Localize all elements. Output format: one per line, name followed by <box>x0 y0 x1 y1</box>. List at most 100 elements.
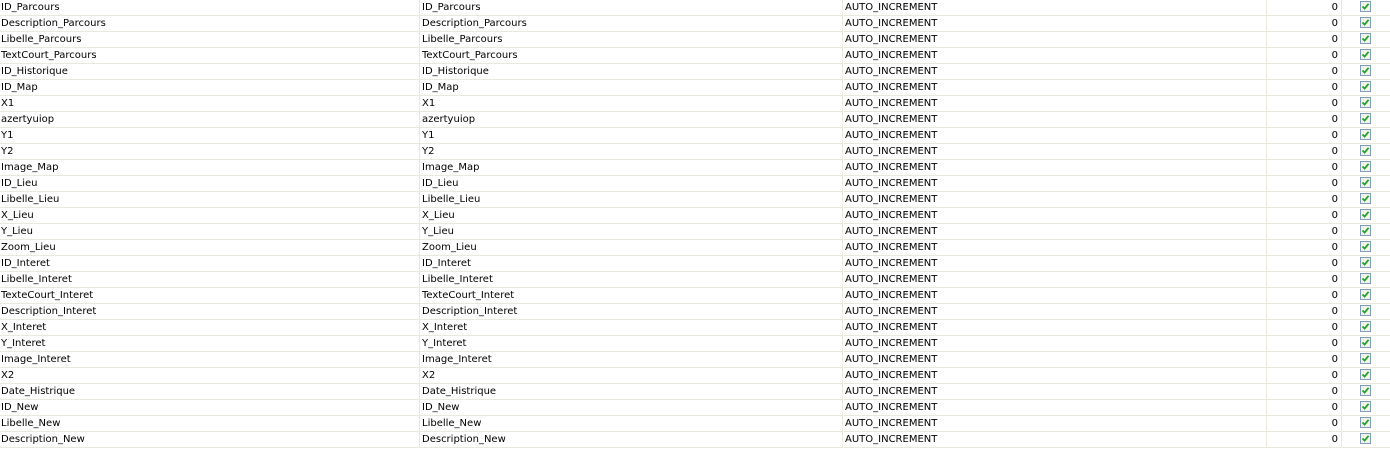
table-row[interactable]: TextCourt_Parcours TextCourt_Parcours AUTO… <box>0 48 1390 64</box>
field-name-cell[interactable]: Zoom_Lieu <box>0 240 420 255</box>
table-row[interactable]: X_Interet X_Interet AUTO_INCREMENT 0 <box>0 320 1390 336</box>
field-name-cell[interactable]: ID_Lieu <box>0 176 420 191</box>
field-label-cell[interactable]: Libelle_New <box>420 416 843 431</box>
table-row[interactable]: Description_Interet Description_Interet AU… <box>0 304 1390 320</box>
table-row[interactable]: ID_Parcours ID_Parcours AUTO_INCREMENT 0 <box>0 0 1390 16</box>
row-checkbox[interactable] <box>1360 321 1371 332</box>
row-checkbox[interactable] <box>1360 161 1371 172</box>
row-checkbox[interactable] <box>1360 417 1371 428</box>
row-checkbox[interactable] <box>1360 433 1371 444</box>
field-label-cell[interactable]: X1 <box>420 96 843 111</box>
field-name-cell[interactable]: Y1 <box>0 128 420 143</box>
field-name-cell[interactable]: ID_Historique <box>0 64 420 79</box>
field-value-cell[interactable]: 0 <box>1267 336 1342 351</box>
field-value-cell[interactable]: 0 <box>1267 96 1342 111</box>
row-checkbox[interactable] <box>1360 65 1371 76</box>
field-label-cell[interactable]: Description_Parcours <box>420 16 843 31</box>
field-type-cell[interactable]: AUTO_INCREMENT <box>843 400 1267 415</box>
table-row[interactable]: ID_Lieu ID_Lieu AUTO_INCREMENT 0 <box>0 176 1390 192</box>
field-label-cell[interactable]: Libelle_Parcours <box>420 32 843 47</box>
field-value-cell[interactable]: 0 <box>1267 64 1342 79</box>
field-name-cell[interactable]: Libelle_Lieu <box>0 192 420 207</box>
field-label-cell[interactable]: Image_Map <box>420 160 843 175</box>
field-type-cell[interactable]: AUTO_INCREMENT <box>843 128 1267 143</box>
field-type-cell[interactable]: AUTO_INCREMENT <box>843 272 1267 287</box>
field-type-cell[interactable]: AUTO_INCREMENT <box>843 32 1267 47</box>
field-label-cell[interactable]: Image_Interet <box>420 352 843 367</box>
field-label-cell[interactable]: Zoom_Lieu <box>420 240 843 255</box>
field-label-cell[interactable]: Y_Interet <box>420 336 843 351</box>
field-type-cell[interactable]: AUTO_INCREMENT <box>843 64 1267 79</box>
row-checkbox[interactable] <box>1360 33 1371 44</box>
table-row[interactable]: Description_Parcours Description_Parcours… <box>0 16 1390 32</box>
row-checkbox[interactable] <box>1360 113 1371 124</box>
field-type-cell[interactable]: AUTO_INCREMENT <box>843 160 1267 175</box>
row-checkbox[interactable] <box>1360 273 1371 284</box>
field-name-cell[interactable]: ID_Map <box>0 80 420 95</box>
field-name-cell[interactable]: Description_New <box>0 432 420 447</box>
field-name-cell[interactable]: TextCourt_Parcours <box>0 48 420 63</box>
field-name-cell[interactable]: azertyuiop <box>0 112 420 127</box>
field-value-cell[interactable]: 0 <box>1267 224 1342 239</box>
field-label-cell[interactable]: X_Lieu <box>420 208 843 223</box>
field-name-cell[interactable]: Y2 <box>0 144 420 159</box>
row-checkbox[interactable] <box>1360 401 1371 412</box>
row-checkbox[interactable] <box>1360 369 1371 380</box>
field-label-cell[interactable]: X2 <box>420 368 843 383</box>
table-row[interactable]: Y1 Y1 AUTO_INCREMENT 0 <box>0 128 1390 144</box>
table-row[interactable]: X2 X2 AUTO_INCREMENT 0 <box>0 368 1390 384</box>
table-row[interactable]: Image_Map Image_Map AUTO_INCREMENT 0 <box>0 160 1390 176</box>
field-type-cell[interactable]: AUTO_INCREMENT <box>843 16 1267 31</box>
field-label-cell[interactable]: azertyuiop <box>420 112 843 127</box>
field-type-cell[interactable]: AUTO_INCREMENT <box>843 224 1267 239</box>
field-type-cell[interactable]: AUTO_INCREMENT <box>843 144 1267 159</box>
field-value-cell[interactable]: 0 <box>1267 288 1342 303</box>
field-name-cell[interactable]: Y_Interet <box>0 336 420 351</box>
field-label-cell[interactable]: Libelle_Lieu <box>420 192 843 207</box>
row-checkbox[interactable] <box>1360 17 1371 28</box>
field-value-cell[interactable]: 0 <box>1267 432 1342 447</box>
field-name-cell[interactable]: Libelle_Interet <box>0 272 420 287</box>
field-type-cell[interactable]: AUTO_INCREMENT <box>843 0 1267 15</box>
field-value-cell[interactable]: 0 <box>1267 80 1342 95</box>
field-type-cell[interactable]: AUTO_INCREMENT <box>843 288 1267 303</box>
field-type-cell[interactable]: AUTO_INCREMENT <box>843 416 1267 431</box>
row-checkbox[interactable] <box>1360 305 1371 316</box>
table-row[interactable]: Y_Lieu Y_Lieu AUTO_INCREMENT 0 <box>0 224 1390 240</box>
row-checkbox[interactable] <box>1360 225 1371 236</box>
row-checkbox[interactable] <box>1360 49 1371 60</box>
table-row[interactable]: Libelle_Lieu Libelle_Lieu AUTO_INCREMENT 0 <box>0 192 1390 208</box>
table-row[interactable]: Libelle_New Libelle_New AUTO_INCREMENT 0 <box>0 416 1390 432</box>
field-type-cell[interactable]: AUTO_INCREMENT <box>843 336 1267 351</box>
field-value-cell[interactable]: 0 <box>1267 128 1342 143</box>
field-label-cell[interactable]: ID_New <box>420 400 843 415</box>
field-value-cell[interactable]: 0 <box>1267 304 1342 319</box>
field-label-cell[interactable]: Date_Histrique <box>420 384 843 399</box>
row-checkbox[interactable] <box>1360 1 1371 12</box>
field-type-cell[interactable]: AUTO_INCREMENT <box>843 80 1267 95</box>
field-name-cell[interactable]: ID_Interet <box>0 256 420 271</box>
field-name-cell[interactable]: Libelle_New <box>0 416 420 431</box>
field-name-cell[interactable]: Description_Interet <box>0 304 420 319</box>
field-type-cell[interactable]: AUTO_INCREMENT <box>843 112 1267 127</box>
table-row[interactable]: Y2 Y2 AUTO_INCREMENT 0 <box>0 144 1390 160</box>
table-row[interactable]: Zoom_Lieu Zoom_Lieu AUTO_INCREMENT 0 <box>0 240 1390 256</box>
field-label-cell[interactable]: ID_Historique <box>420 64 843 79</box>
field-value-cell[interactable]: 0 <box>1267 48 1342 63</box>
field-value-cell[interactable]: 0 <box>1267 320 1342 335</box>
field-name-cell[interactable]: TexteCourt_Interet <box>0 288 420 303</box>
table-row[interactable]: Date_Histrique Date_Histrique AUTO_INCREME… <box>0 384 1390 400</box>
table-row[interactable]: azertyuiop azertyuiop AUTO_INCREMENT 0 <box>0 112 1390 128</box>
field-type-cell[interactable]: AUTO_INCREMENT <box>843 304 1267 319</box>
table-row[interactable]: X1 X1 AUTO_INCREMENT 0 <box>0 96 1390 112</box>
row-checkbox[interactable] <box>1360 129 1371 140</box>
row-checkbox[interactable] <box>1360 289 1371 300</box>
field-type-cell[interactable]: AUTO_INCREMENT <box>843 384 1267 399</box>
field-value-cell[interactable]: 0 <box>1267 0 1342 15</box>
table-row[interactable]: X_Lieu X_Lieu AUTO_INCREMENT 0 <box>0 208 1390 224</box>
field-label-cell[interactable]: TextCourt_Parcours <box>420 48 843 63</box>
field-name-cell[interactable]: ID_New <box>0 400 420 415</box>
field-name-cell[interactable]: ID_Parcours <box>0 0 420 15</box>
field-label-cell[interactable]: ID_Lieu <box>420 176 843 191</box>
field-value-cell[interactable]: 0 <box>1267 112 1342 127</box>
